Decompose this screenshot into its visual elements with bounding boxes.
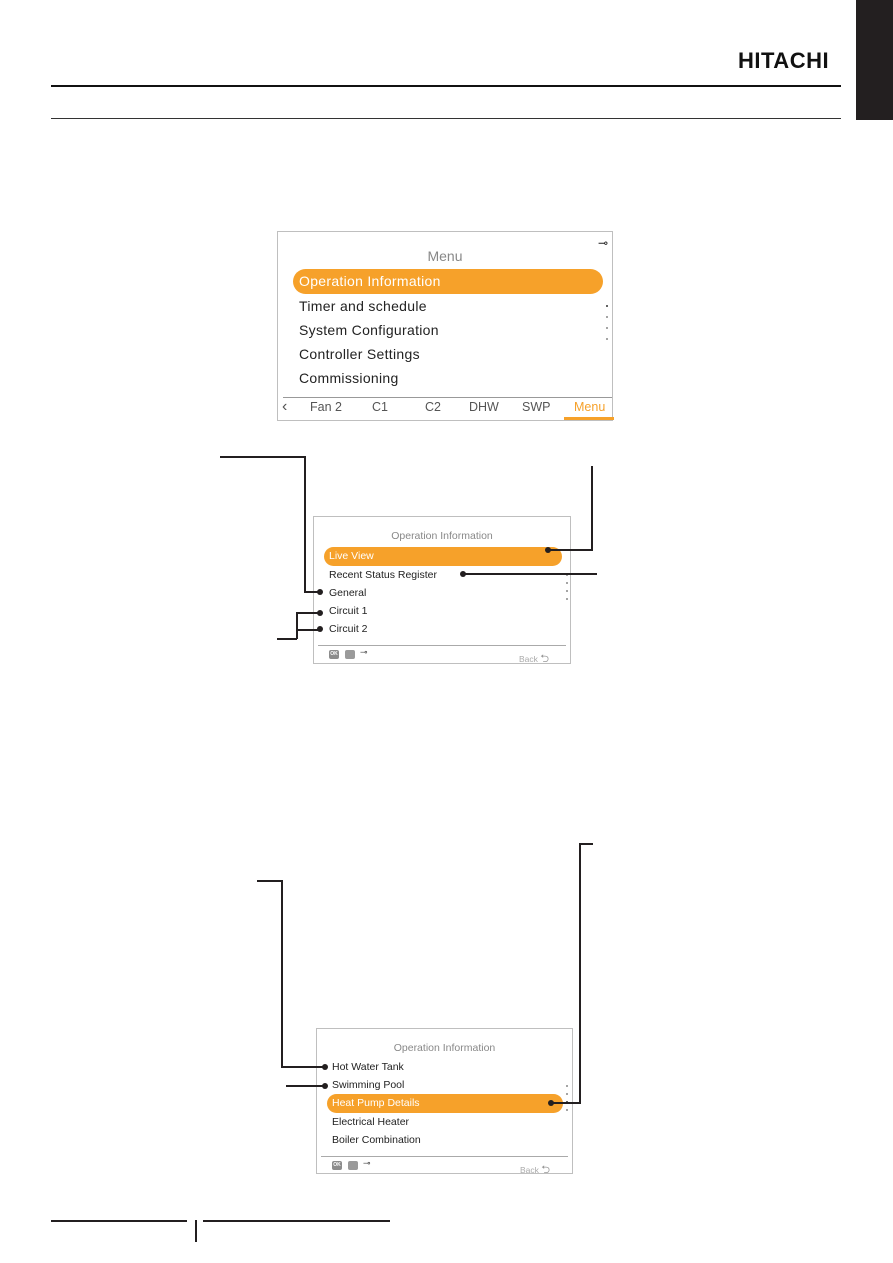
menu-item-swimming-pool[interactable]: Swimming Pool [332,1079,404,1091]
up-down-icon [348,1161,358,1170]
menu-screen: ⊸ Menu Operation Information Timer and s… [277,231,614,421]
brand-logo: HITACHI [738,48,830,73]
return-arrow-icon: ⮌ [541,1164,551,1176]
chapter-tab [856,0,893,120]
menu-item-commissioning[interactable]: Commissioning [299,370,399,386]
footer-rule-left [51,1220,187,1222]
screen-title: Operation Information [391,530,493,542]
header-rule-thick [51,85,841,87]
operation-info-screen-2: Operation Information Hot Water Tank Swi… [316,1028,573,1176]
active-tab-indicator [564,417,614,420]
footer-divider [195,1220,197,1242]
menu-item-live-view[interactable]: Live View [324,547,562,566]
screen-title: Operation Information [393,1042,496,1054]
scroll-indicator [566,574,569,609]
menu-item-circuit-1[interactable]: Circuit 1 [329,605,368,617]
menu-item-heat-pump-details[interactable]: Heat Pump Details [327,1094,563,1113]
wrench-icon: ⊸ [360,647,368,657]
menu-item-controller-settings[interactable]: Controller Settings [299,346,420,362]
back-label: Back [520,1165,539,1175]
back-button[interactable]: Back ⮌ [520,1161,550,1180]
menu-item-hot-water-tank[interactable]: Hot Water Tank [332,1061,404,1073]
tab-menu[interactable]: Menu [574,400,605,414]
menu-item-general[interactable]: General [329,587,366,599]
back-label: Back [519,654,538,664]
menu-item-boiler-combination[interactable]: Boiler Combination [332,1134,421,1146]
return-arrow-icon: ⮌ [540,653,550,665]
operation-info-screen-1: Operation Information Live View Recent S… [313,516,571,665]
menu-item-label: Operation Information [299,273,441,289]
tab-fan-2[interactable]: Fan 2 [310,400,342,414]
tab-c2[interactable]: C2 [425,400,441,414]
tab-bar-divider [283,397,612,398]
ok-icon: OK [329,650,339,659]
tab-swp[interactable]: SWP [522,400,550,414]
footer-rule-right [203,1220,390,1222]
screen-title: Menu [427,248,463,264]
chevron-left-icon[interactable]: ‹ [282,398,287,416]
tab-dhw[interactable]: DHW [469,400,499,414]
header-rule-thin [51,118,841,119]
footer-divider [321,1156,568,1157]
ok-icon: OK [332,1161,342,1170]
menu-item-timer-and-schedule[interactable]: Timer and schedule [299,298,427,314]
menu-item-label: Heat Pump Details [332,1097,420,1109]
wrench-icon: ⊸ [363,1158,371,1168]
scroll-indicator [606,305,609,349]
tab-c1[interactable]: C1 [372,400,388,414]
footer-divider [318,645,566,646]
menu-item-operation-information[interactable]: Operation Information [293,269,603,294]
menu-item-recent-status-register[interactable]: Recent Status Register [329,569,437,581]
menu-item-system-configuration[interactable]: System Configuration [299,322,439,338]
menu-item-label: Live View [329,550,374,562]
menu-item-electrical-heater[interactable]: Electrical Heater [332,1116,409,1128]
back-button[interactable]: Back ⮌ [519,650,549,669]
menu-item-circuit-2[interactable]: Circuit 2 [329,623,368,635]
up-down-icon [345,650,355,659]
